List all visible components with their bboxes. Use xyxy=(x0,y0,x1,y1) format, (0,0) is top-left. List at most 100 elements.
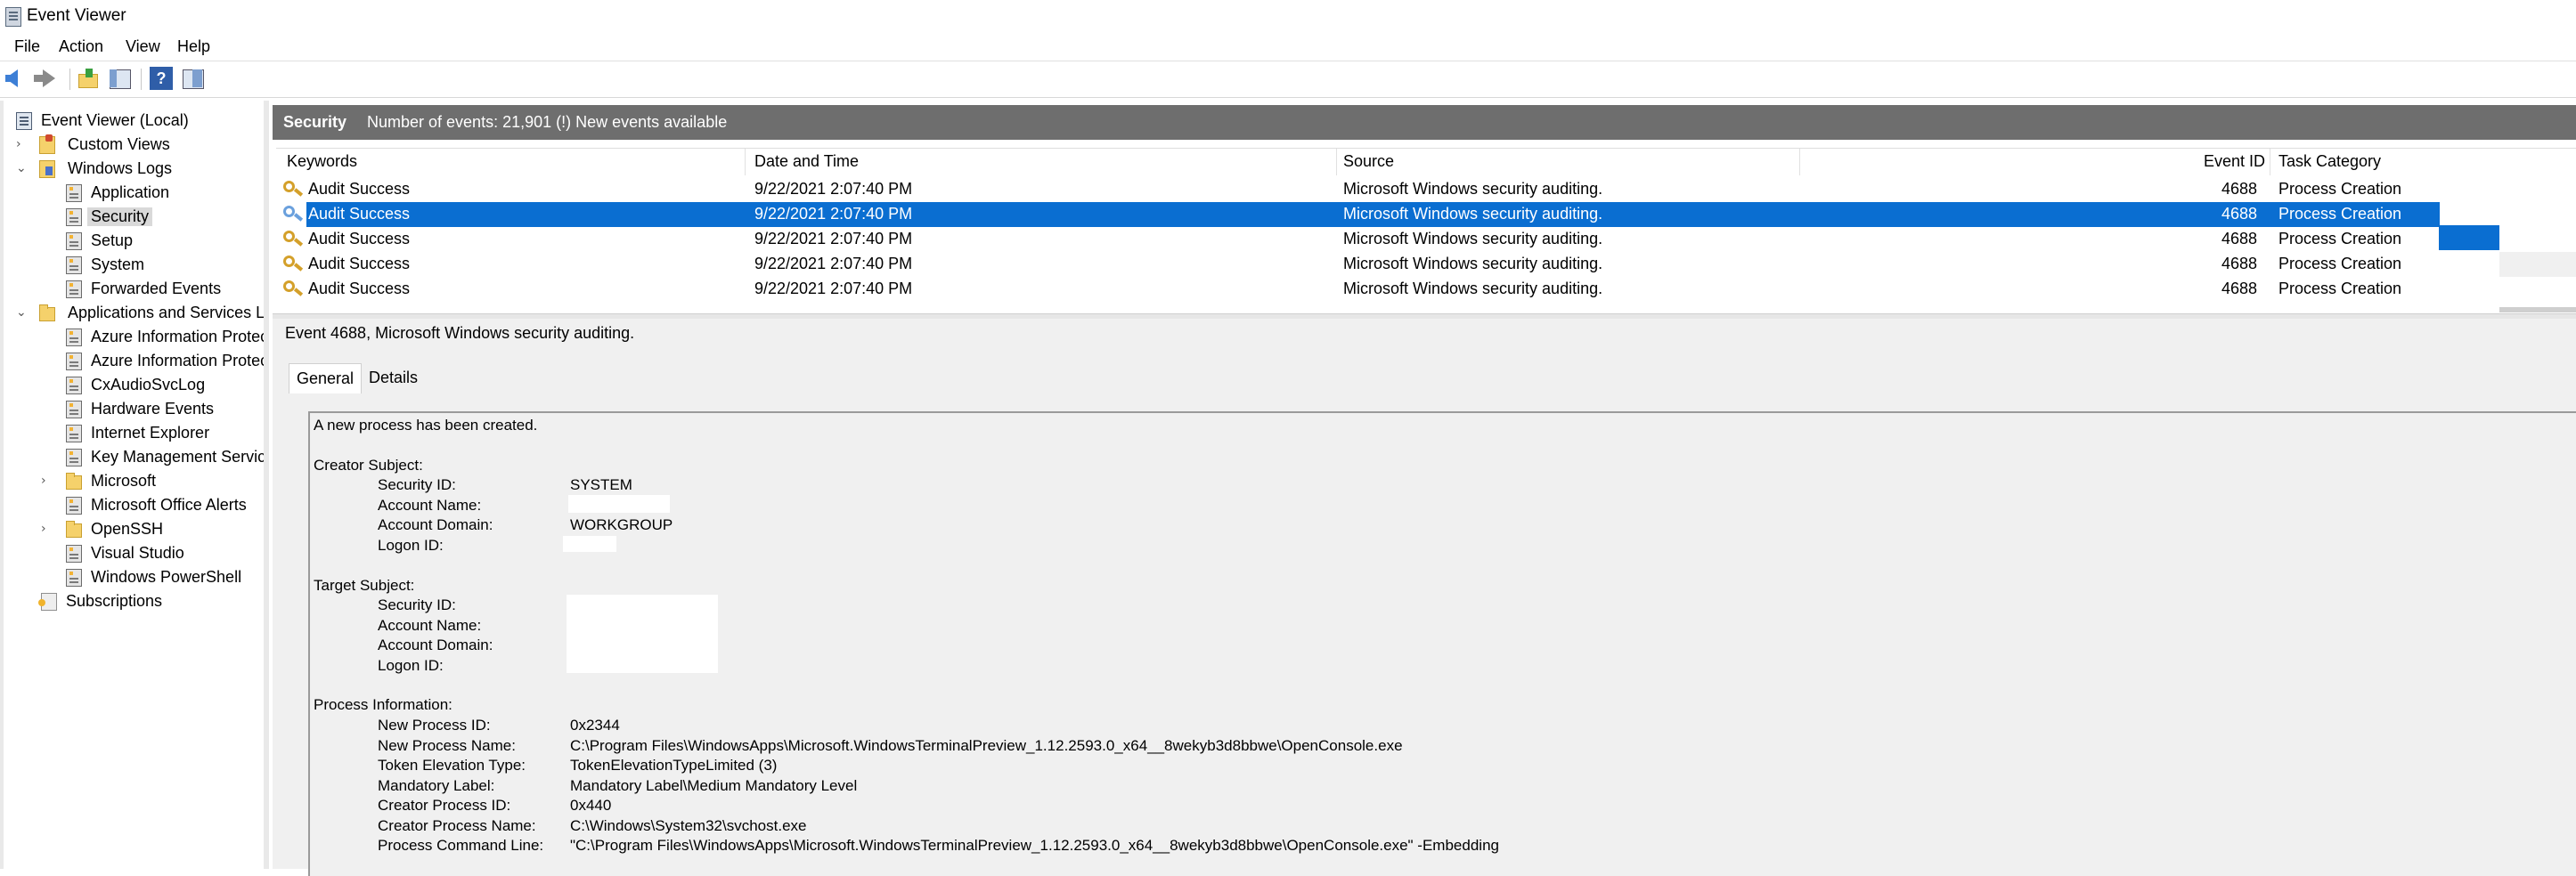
window-title: Event Viewer xyxy=(27,6,126,25)
log-header: Security Number of events: 21,901 (!) Ne… xyxy=(273,105,2576,140)
table-row-selected[interactable]: Audit Success 9/22/2021 2:07:40 PM Micro… xyxy=(276,202,2576,227)
field-value: SYSTEM xyxy=(570,476,632,493)
field-label: Security ID: xyxy=(378,476,456,493)
event-viewer-icon xyxy=(16,112,32,130)
grid-overflow-area xyxy=(2499,252,2576,277)
process-information-heading: Process Information: xyxy=(314,696,452,713)
column-separator[interactable] xyxy=(1799,149,1800,175)
forward-icon[interactable] xyxy=(34,67,57,90)
event-intro: A new process has been created. xyxy=(314,417,538,434)
field-value: TokenElevationTypeLimited (3) xyxy=(570,757,778,774)
chevron-down-icon[interactable]: ⌄ xyxy=(16,161,27,175)
toolbar-separator xyxy=(141,69,142,90)
field-value: "C:\Program Files\WindowsApps\Microsoft.… xyxy=(570,837,1499,854)
redacted-value xyxy=(563,536,616,552)
custom-views-folder-icon xyxy=(39,134,55,154)
column-header-source[interactable]: Source xyxy=(1343,152,1394,171)
key-icon xyxy=(283,206,295,217)
menu-file[interactable]: File xyxy=(14,37,40,56)
log-icon xyxy=(66,232,82,250)
column-header-date-time[interactable]: Date and Time xyxy=(754,152,859,171)
creator-subject-heading: Creator Subject: xyxy=(314,457,423,474)
help-icon[interactable]: ? xyxy=(150,67,173,90)
chevron-down-icon[interactable]: ⌄ xyxy=(16,305,27,320)
folder-icon xyxy=(66,521,82,538)
field-label: Creator Process ID: xyxy=(378,797,511,814)
log-icon xyxy=(66,353,82,370)
redacted-value xyxy=(567,595,718,673)
tab-details[interactable]: Details xyxy=(362,363,425,392)
key-icon xyxy=(283,231,295,242)
log-icon xyxy=(66,280,82,298)
menu-bar: File Action View Help xyxy=(0,34,2576,61)
horizontal-scrollbar[interactable] xyxy=(2499,307,2576,312)
event-count-status: Number of events: 21,901 (!) New events … xyxy=(367,113,728,131)
column-header-event-id[interactable]: Event ID xyxy=(2204,152,2265,171)
grid-overflow-highlight xyxy=(2439,225,2499,250)
toolbar-separator xyxy=(69,69,70,90)
folder-icon xyxy=(39,304,55,321)
log-icon xyxy=(66,401,82,418)
menu-help[interactable]: Help xyxy=(177,37,210,56)
log-icon xyxy=(66,208,82,226)
field-label: Process Command Line: xyxy=(378,837,544,854)
field-label: New Process ID: xyxy=(378,717,491,734)
table-row[interactable]: Audit Success 9/22/2021 2:07:40 PM Micro… xyxy=(276,227,2576,252)
log-icon xyxy=(66,256,82,274)
log-icon xyxy=(66,377,82,394)
field-value: 0x440 xyxy=(570,797,612,814)
target-subject-heading: Target Subject: xyxy=(314,577,415,594)
table-row[interactable]: Audit Success 9/22/2021 2:07:40 PM Micro… xyxy=(276,252,2576,277)
log-icon xyxy=(66,328,82,346)
chevron-right-icon[interactable]: › xyxy=(16,137,21,151)
redacted-value xyxy=(568,495,670,513)
folder-icon xyxy=(66,473,82,490)
key-icon xyxy=(283,256,295,267)
field-value: C:\Windows\System32\svchost.exe xyxy=(570,817,807,834)
event-detail-pane: Event 4688, Microsoft Windows security a… xyxy=(273,319,2576,876)
field-label: Logon ID: xyxy=(378,537,444,554)
subscriptions-icon xyxy=(38,593,57,611)
field-label: Token Elevation Type: xyxy=(378,757,526,774)
navigation-tree: Event Viewer (Local) › Custom Views ⌄ Wi… xyxy=(0,101,269,869)
chevron-right-icon[interactable]: › xyxy=(41,522,46,536)
column-header-task-category[interactable]: Task Category xyxy=(2278,152,2381,171)
show-hide-tree-icon[interactable] xyxy=(109,67,132,90)
event-detail-title: Event 4688, Microsoft Windows security a… xyxy=(285,324,635,342)
action-pane-icon[interactable] xyxy=(182,67,205,90)
log-icon xyxy=(66,569,82,587)
event-viewer-app-icon xyxy=(5,7,21,27)
table-row[interactable]: Audit Success 9/22/2021 2:07:40 PM Micro… xyxy=(276,177,2576,202)
toolbar: ? xyxy=(0,61,2576,98)
field-label: Account Name: xyxy=(378,497,482,514)
column-separator[interactable] xyxy=(1336,149,1337,175)
menu-action[interactable]: Action xyxy=(59,37,103,56)
title-bar: Event Viewer xyxy=(0,0,2576,34)
log-name: Security xyxy=(283,113,347,131)
windows-logs-folder-icon xyxy=(39,160,55,178)
log-icon xyxy=(66,449,82,466)
field-label: Creator Process Name: xyxy=(378,817,536,834)
log-icon xyxy=(66,545,82,563)
field-label: New Process Name: xyxy=(378,737,516,754)
column-separator[interactable] xyxy=(745,149,746,175)
field-value: C:\Program Files\WindowsApps\Microsoft.W… xyxy=(570,737,1403,754)
log-icon xyxy=(66,497,82,515)
event-description[interactable]: A new process has been created. Creator … xyxy=(308,411,2576,876)
field-label: Account Domain: xyxy=(378,516,493,533)
up-folder-icon[interactable] xyxy=(77,67,100,90)
menu-view[interactable]: View xyxy=(126,37,160,56)
column-header-keywords[interactable]: Keywords xyxy=(287,152,357,171)
back-icon[interactable] xyxy=(4,67,27,90)
log-icon xyxy=(66,425,82,442)
field-label: Mandatory Label: xyxy=(378,777,495,794)
field-value: Mandatory Label\Medium Mandatory Level xyxy=(570,777,858,794)
field-value: 0x2344 xyxy=(570,717,620,734)
chevron-right-icon[interactable]: › xyxy=(41,474,46,488)
events-grid[interactable]: Keywords Date and Time Source Event ID T… xyxy=(276,148,2576,309)
field-label: Security ID: xyxy=(378,596,456,613)
tab-general[interactable]: General xyxy=(289,363,363,393)
field-label: Account Name: xyxy=(378,617,482,634)
table-row[interactable]: Audit Success 9/22/2021 2:07:40 PM Micro… xyxy=(276,277,2576,302)
field-value: WORKGROUP xyxy=(570,516,673,533)
